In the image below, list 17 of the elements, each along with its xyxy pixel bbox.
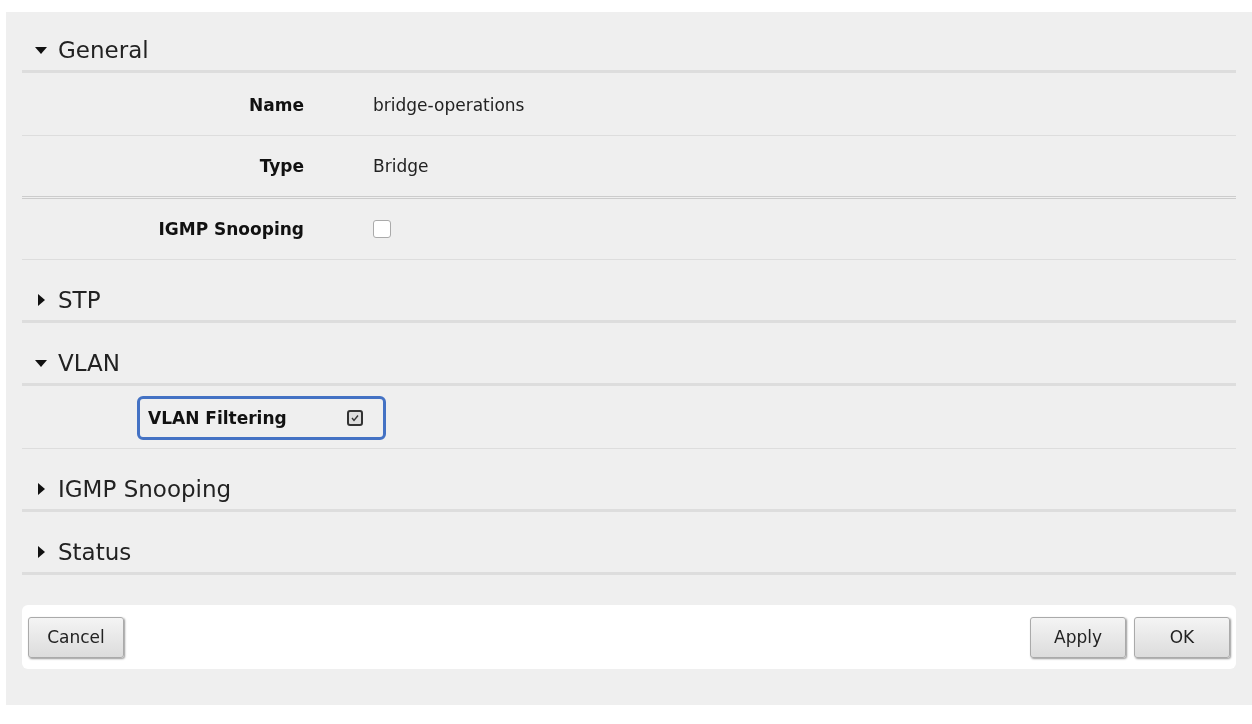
field-label: IGMP Snooping	[157, 219, 305, 239]
checkmark-icon	[349, 413, 360, 423]
section-header[interactable]: STP	[22, 280, 1236, 323]
field-label: Name	[248, 95, 305, 115]
field-label: VLAN Filtering	[147, 408, 288, 428]
cancel-button[interactable]: Cancel	[28, 616, 124, 658]
apply-button[interactable]: Apply	[1030, 616, 1126, 658]
section-header[interactable]: IGMP Snooping	[22, 469, 1236, 512]
section-header[interactable]: General	[22, 30, 1236, 73]
checkbox[interactable]	[346, 410, 363, 426]
section-header[interactable]: Status	[22, 532, 1236, 575]
field-value: bridge-operations	[373, 95, 525, 115]
field-value: Bridge	[373, 156, 429, 176]
ok-button[interactable]: OK	[1134, 616, 1230, 658]
section-header[interactable]: VLAN	[22, 343, 1236, 386]
field-label: Type	[258, 156, 305, 176]
checkbox[interactable]	[373, 220, 391, 238]
